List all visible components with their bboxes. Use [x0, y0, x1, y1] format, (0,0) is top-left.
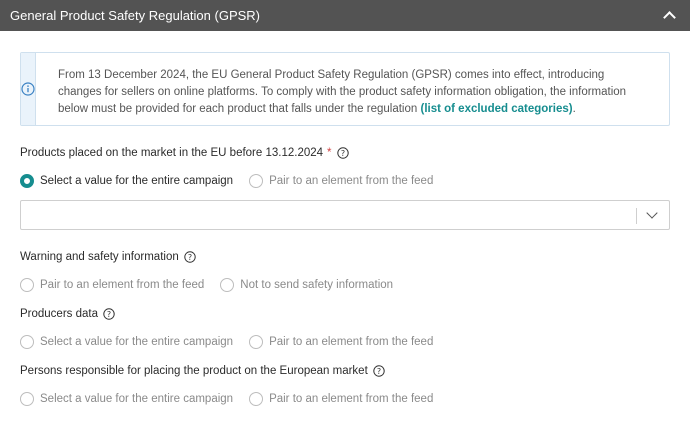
producers-data-label-text: Producers data — [20, 308, 98, 320]
products-placed-radio-group: Select a value for the entire campaign P… — [20, 174, 449, 188]
radio-dot[interactable] — [20, 174, 34, 188]
radio-select-value-entire-campaign[interactable]: Select a value for the entire campaign — [20, 174, 233, 188]
info-icon — [21, 82, 35, 96]
help-icon[interactable]: ? — [103, 308, 115, 320]
radio-dot[interactable] — [220, 278, 235, 292]
radio-label: Not to send safety information — [240, 279, 394, 291]
products-placed-select[interactable] — [20, 200, 670, 230]
radio-label: Pair to an element from the feed — [40, 279, 205, 291]
svg-text:?: ? — [107, 310, 111, 319]
radio-pair-to-feed-element[interactable]: Pair to an element from the feed — [20, 278, 204, 292]
radio-pair-to-feed-element[interactable]: Pair to an element from the feed — [249, 335, 433, 349]
radio-label: Pair to an element from the feed — [269, 393, 434, 405]
persons-responsible-label: Persons responsible for placing the prod… — [20, 365, 385, 377]
svg-text:?: ? — [188, 253, 192, 262]
help-icon[interactable]: ? — [373, 365, 385, 377]
persons-responsible-radio-group: Select a value for the entire campaign P… — [20, 392, 449, 406]
radio-pair-to-feed-element[interactable]: Pair to an element from the feed — [249, 174, 433, 188]
radio-label: Pair to an element from the feed — [269, 175, 434, 187]
help-icon[interactable]: ? — [184, 251, 196, 263]
excluded-categories-link[interactable]: (list of excluded categories) — [420, 103, 572, 115]
radio-dot[interactable] — [20, 278, 34, 292]
radio-select-value-entire-campaign[interactable]: Select a value for the entire campaign — [20, 335, 233, 349]
radio-dot[interactable] — [249, 335, 264, 349]
warning-info-radio-group: Pair to an element from the feed Not to … — [20, 278, 409, 292]
radio-not-send-safety-info[interactable]: Not to send safety information — [220, 278, 393, 292]
producers-data-label: Producers data ? — [20, 308, 115, 320]
info-text: From 13 December 2024, the EU General Pr… — [36, 53, 669, 125]
warning-info-label: Warning and safety information ? — [20, 251, 196, 263]
chevron-down-icon[interactable] — [646, 207, 658, 219]
products-placed-label: Products placed on the market in the EU … — [20, 147, 349, 159]
radio-label: Pair to an element from the feed — [269, 336, 434, 348]
producers-data-radio-group: Select a value for the entire campaign P… — [20, 335, 449, 349]
radio-dot[interactable] — [249, 392, 264, 406]
select-divider — [636, 208, 637, 224]
svg-text:?: ? — [377, 367, 381, 376]
svg-text:?: ? — [340, 149, 344, 158]
radio-label: Select a value for the entire campaign — [40, 393, 234, 405]
radio-label: Select a value for the entire campaign — [40, 336, 234, 348]
required-mark: * — [327, 147, 332, 159]
products-placed-label-text: Products placed on the market in the EU … — [20, 147, 324, 159]
radio-dot[interactable] — [20, 392, 34, 406]
radio-dot[interactable] — [249, 174, 264, 188]
radio-select-value-entire-campaign[interactable]: Select a value for the entire campaign — [20, 392, 233, 406]
persons-responsible-label-text: Persons responsible for placing the prod… — [20, 365, 368, 377]
chevron-up-icon[interactable] — [663, 11, 676, 24]
radio-label: Select a value for the entire campaign — [40, 175, 234, 187]
warning-info-label-text: Warning and safety information — [20, 251, 179, 263]
help-icon[interactable]: ? — [336, 147, 349, 159]
info-notice: From 13 December 2024, the EU General Pr… — [20, 52, 670, 126]
radio-pair-to-feed-element[interactable]: Pair to an element from the feed — [249, 392, 433, 406]
section-header[interactable]: General Product Safety Regulation (GPSR) — [0, 0, 690, 31]
info-icon-cell — [21, 53, 36, 125]
radio-dot[interactable] — [20, 335, 34, 349]
info-text-end: . — [572, 103, 576, 115]
section-title: General Product Safety Regulation (GPSR) — [10, 8, 261, 23]
